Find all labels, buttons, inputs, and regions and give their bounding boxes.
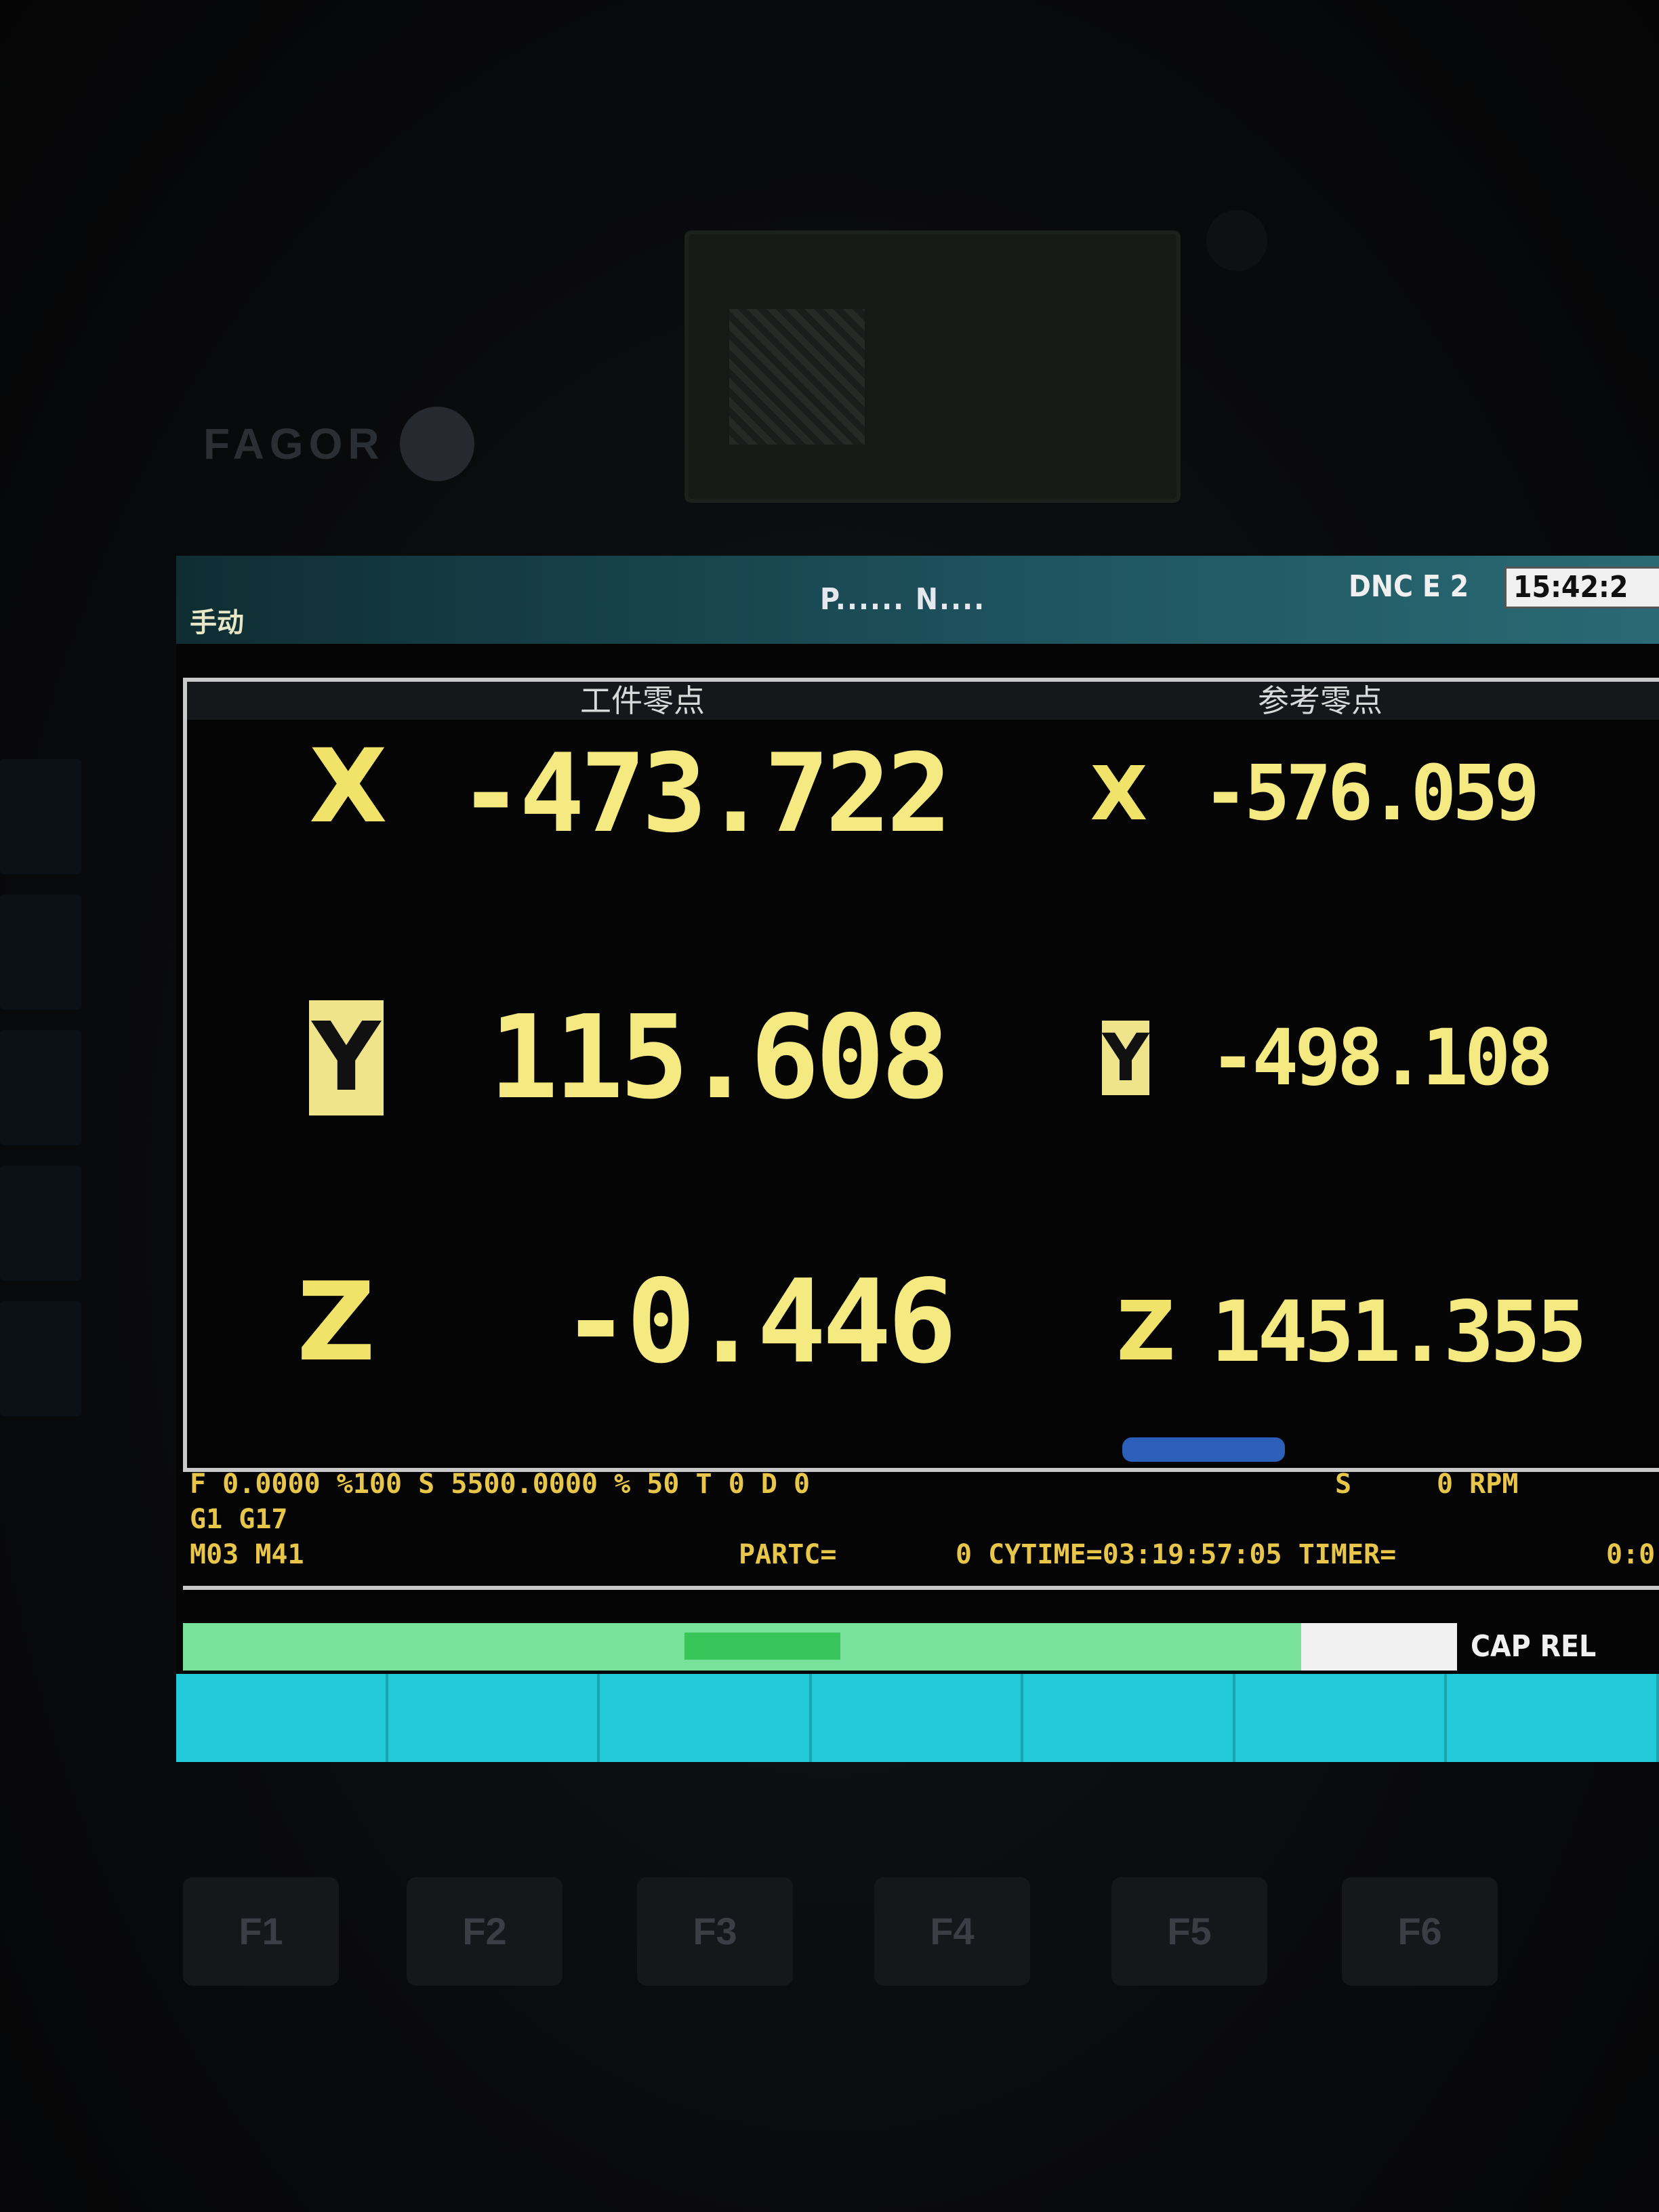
m-codes-line: M03 M41	[190, 1539, 304, 1570]
program-label: P...... N....	[820, 582, 986, 617]
f6-key[interactable]: F6	[1342, 1877, 1498, 1986]
feed-speed-line: F 0.0000 %100 S 5500.0000 % 50 T 0 D 0	[190, 1469, 811, 1500]
message-bar: CAP REL	[183, 1623, 1659, 1671]
side-key[interactable]	[0, 1166, 81, 1281]
brand-logo-mark	[400, 407, 474, 481]
ref-axis-y-value: -498.108	[1209, 1012, 1553, 1103]
ref-axis-y-label: Y	[1102, 1020, 1149, 1096]
coordinates-panel: 工件零点 参考零点 X -473.722 Y 115.608 Z -0.446 …	[183, 678, 1659, 1472]
function-keys: F1 F2 F3 F4 F5 F6	[176, 1877, 1659, 1999]
ref-axis-x-label: X	[1090, 750, 1148, 837]
dnc-status: DNC E 2	[1349, 569, 1469, 604]
qr-sticker	[684, 230, 1181, 503]
softkey-4[interactable]	[812, 1674, 1024, 1762]
brand-logo: FAGOR	[203, 407, 488, 481]
softkey-6[interactable]	[1235, 1674, 1448, 1762]
work-axis-x-label: X	[309, 728, 388, 846]
f5-key[interactable]: F5	[1111, 1877, 1267, 1986]
bezel-knob	[1206, 210, 1267, 271]
side-key[interactable]	[0, 759, 81, 874]
status-area: F 0.0000 %100 S 5500.0000 % 50 T 0 D 0 S…	[183, 1467, 1659, 1590]
softkey-5[interactable]	[1023, 1674, 1235, 1762]
work-axis-z-value: -0.446	[560, 1255, 957, 1389]
softkey-2[interactable]	[388, 1674, 600, 1762]
brand-name: FAGOR	[203, 419, 385, 468]
ref-axis-z-value: 1451.355	[1210, 1284, 1587, 1381]
mode-label: 手动	[190, 607, 244, 638]
side-key[interactable]	[0, 895, 81, 1010]
side-keys	[0, 759, 81, 1504]
message-indicator	[684, 1633, 840, 1660]
work-axis-y-label: Y	[309, 1000, 384, 1115]
f4-key[interactable]: F4	[874, 1877, 1030, 1986]
work-axis-x-value: -473.722	[458, 730, 952, 857]
work-axis-y-value: 115.608	[489, 991, 950, 1125]
qr-code	[729, 309, 865, 445]
f3-key[interactable]: F3	[637, 1877, 793, 1986]
spindle-label: S	[1335, 1469, 1352, 1500]
softkey-3[interactable]	[600, 1674, 812, 1762]
title-bar: 手动 P...... N.... DNC E 2 15:42:2	[176, 556, 1659, 644]
input-field[interactable]	[1301, 1623, 1457, 1671]
ref-axis-x-value: -576.059	[1202, 750, 1540, 838]
reference-zero-title: 参考零点	[1258, 682, 1382, 719]
g-codes-line: G1 G17	[190, 1504, 288, 1535]
message-field	[183, 1623, 1301, 1671]
f2-key[interactable]: F2	[407, 1877, 562, 1986]
cycle-time: 0 CYTIME=03:19:57:05 TIMER=	[956, 1539, 1397, 1570]
timer-value: 0:0	[1606, 1539, 1656, 1570]
z-axis-highlight	[1122, 1437, 1285, 1462]
side-key[interactable]	[0, 1030, 81, 1145]
work-zero-title: 工件零点	[580, 682, 705, 719]
ref-axis-z-label: Z	[1116, 1285, 1176, 1379]
f1-key[interactable]: F1	[183, 1877, 339, 1986]
panel-header: 工件零点 参考零点	[187, 682, 1659, 720]
softkey-7[interactable]	[1447, 1674, 1659, 1762]
cnc-screen: 手动 P...... N.... DNC E 2 15:42:2 工件零点 参考…	[176, 556, 1659, 1762]
clock: 15:42:2	[1504, 567, 1659, 609]
softkey-1[interactable]	[176, 1674, 388, 1762]
softkey-bar	[176, 1674, 1659, 1762]
spindle-rpm: 0 RPM	[1437, 1469, 1519, 1500]
cap-status: CAP REL	[1471, 1629, 1597, 1664]
work-axis-z-label: Z	[296, 1258, 375, 1385]
part-count: PARTC=	[739, 1539, 837, 1570]
side-key[interactable]	[0, 1301, 81, 1416]
